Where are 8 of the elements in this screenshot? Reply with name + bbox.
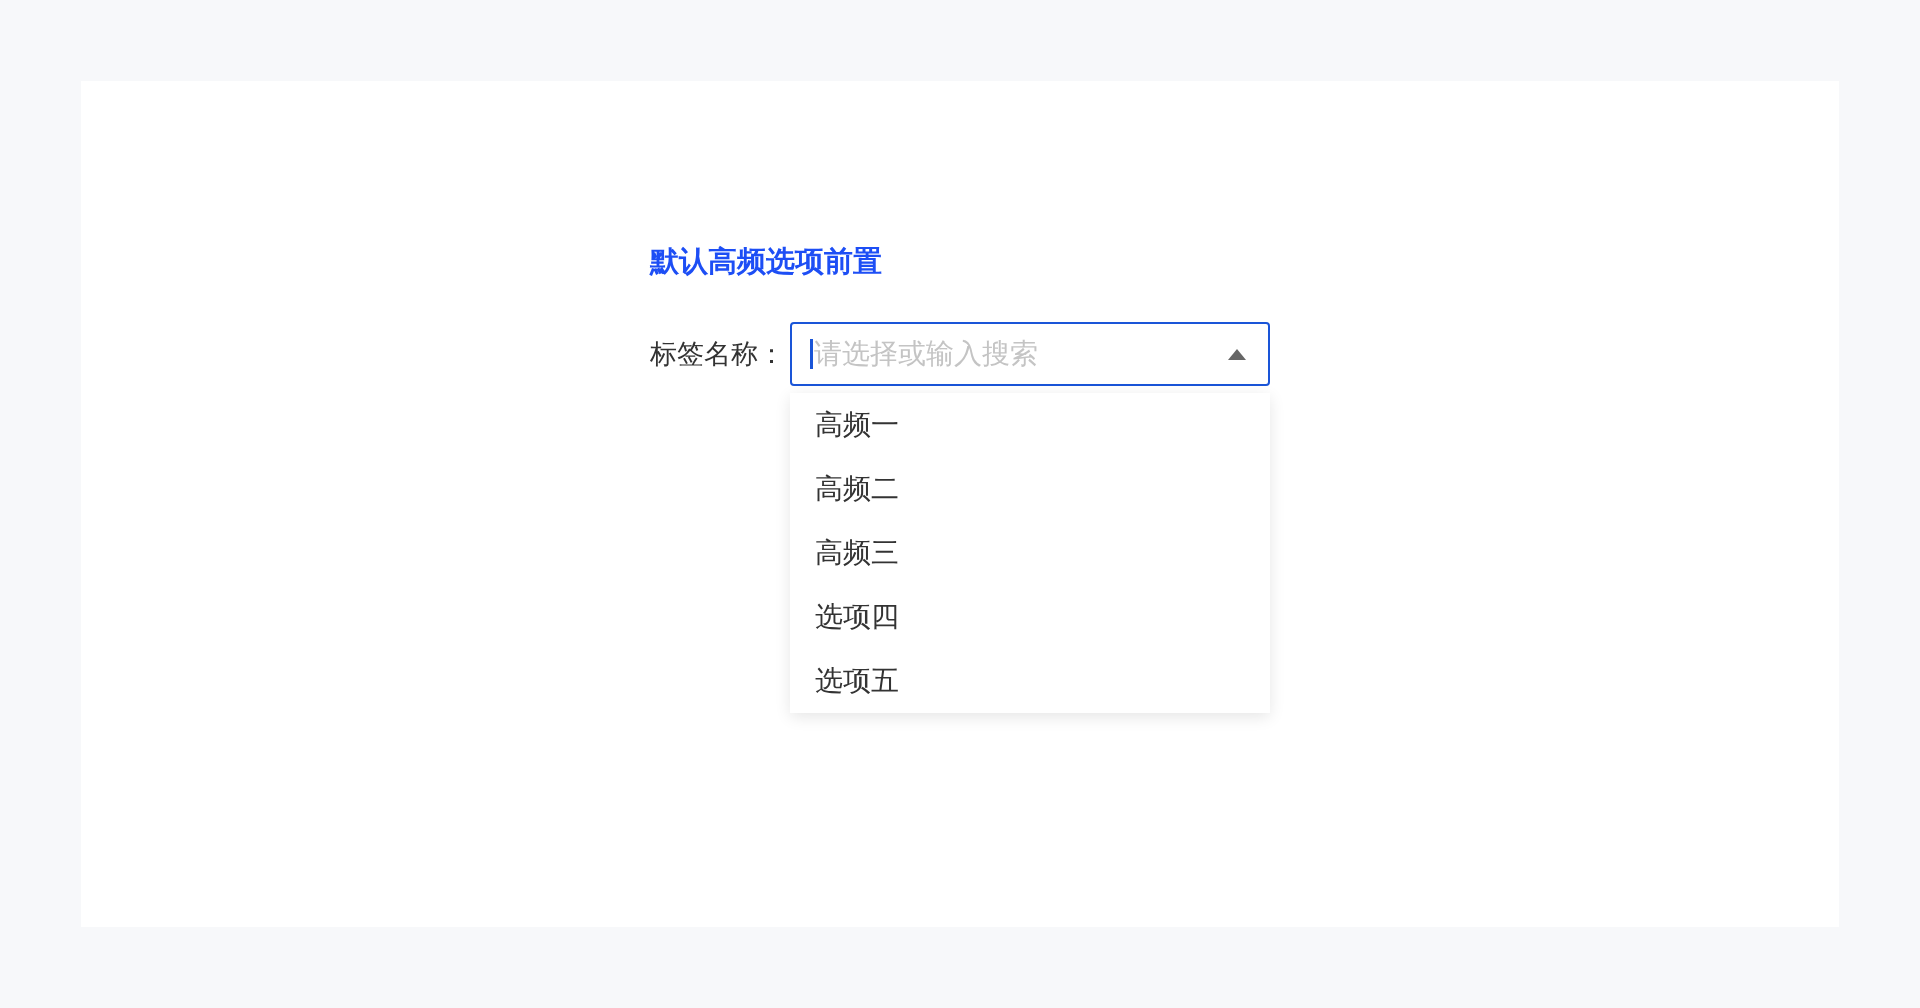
field-label: 标签名称：: [650, 338, 786, 371]
dropdown-option[interactable]: 高频二: [790, 457, 1270, 521]
dropdown-option[interactable]: 选项五: [790, 649, 1270, 713]
dropdown-option[interactable]: 高频一: [790, 393, 1270, 457]
dropdown-option[interactable]: 选项四: [790, 585, 1270, 649]
section-title: 默认高频选项前置: [650, 244, 882, 279]
text-cursor-icon: [810, 339, 813, 369]
dropdown-option[interactable]: 高频三: [790, 521, 1270, 585]
